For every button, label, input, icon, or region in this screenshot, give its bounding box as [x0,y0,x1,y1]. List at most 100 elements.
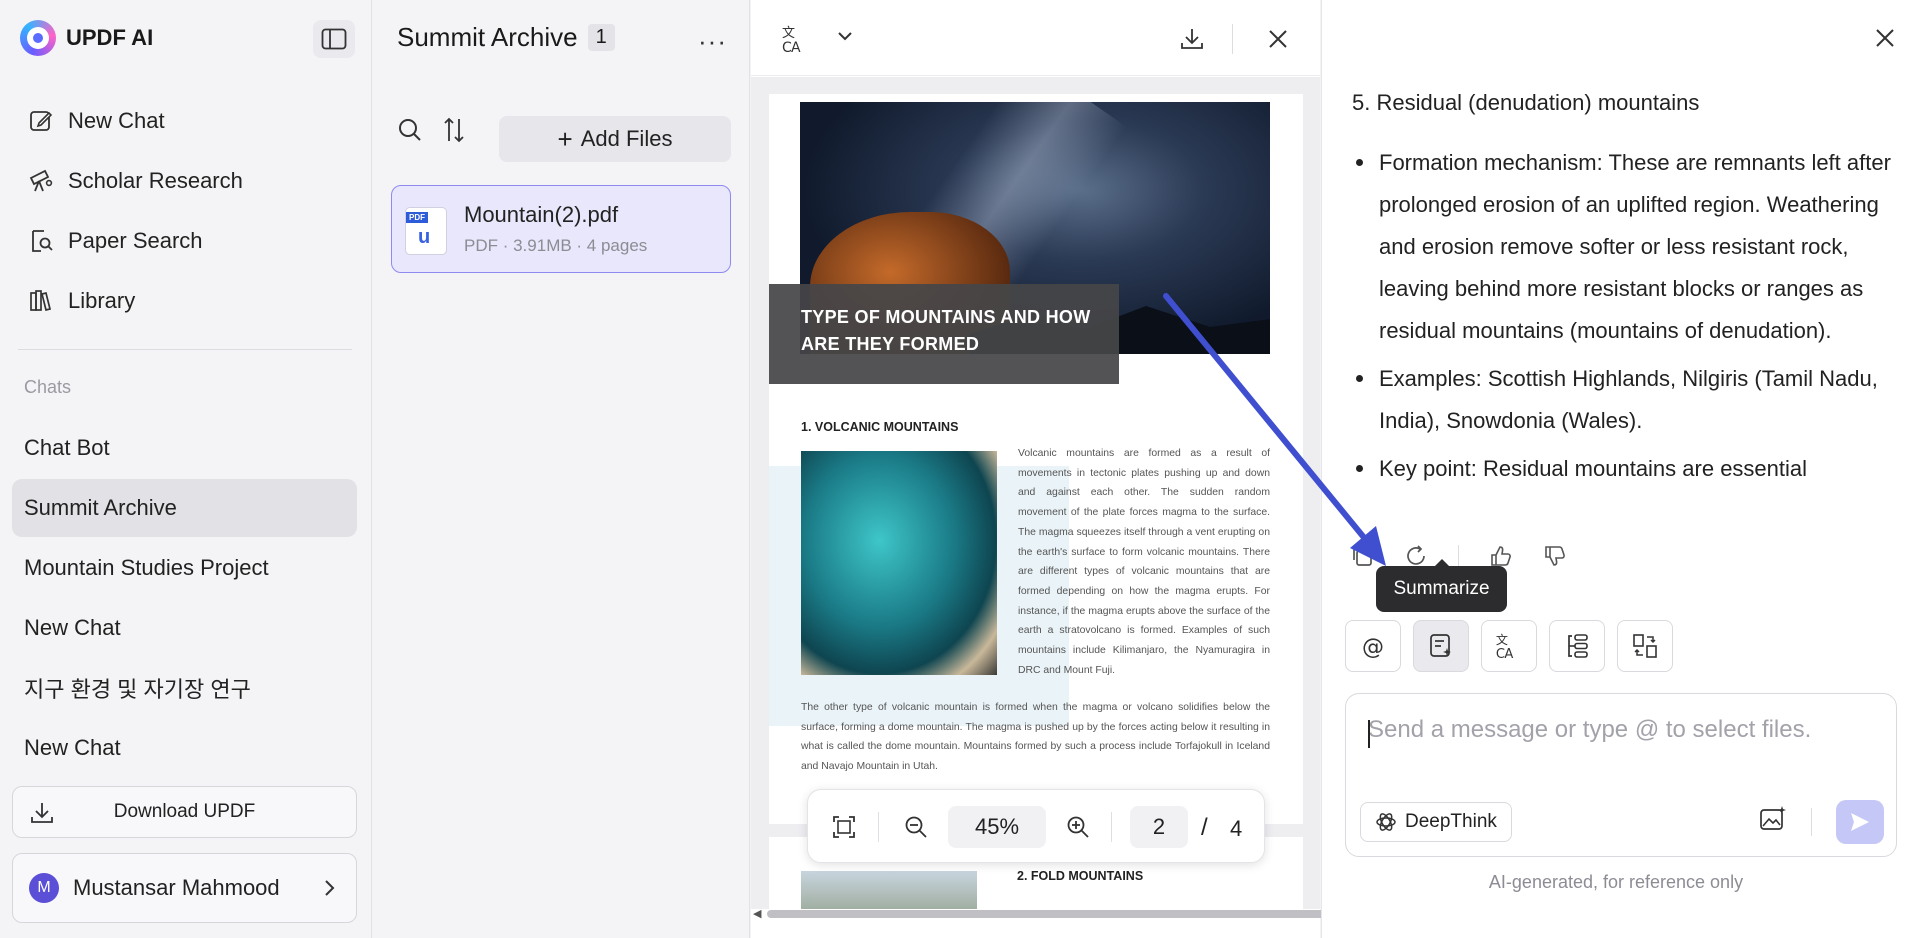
viewer-toolbar: 文AC [751,0,1320,76]
more-options-button[interactable]: ··· [698,26,727,57]
sidebar-toggle-icon [321,28,347,50]
page-total: 4 [1230,816,1243,841]
download-icon [31,803,53,823]
fit-page-button[interactable] [822,790,866,864]
response-bullets: Formation mechanism: These are remnants … [1352,142,1902,496]
sidebar: UPDF AI New Chat Scholar Research Paper … [0,0,372,938]
brand: UPDF AI [20,20,153,56]
nav-new-chat[interactable]: New Chat [28,108,165,134]
chat-panel: 5. Residual (denudation) mountains Forma… [1321,0,1909,938]
quick-tools: @ 文CA [1345,620,1673,672]
sidebar-toggle-button[interactable] [313,20,355,58]
translate-icon[interactable]: 文AC [781,24,811,54]
copy-icon[interactable] [1350,544,1374,568]
nav-scholar-research[interactable]: Scholar Research [28,168,243,194]
summarize-tooltip: Summarize [1376,559,1507,612]
page-number-input[interactable]: 2 [1130,806,1188,848]
chevron-down-icon[interactable] [837,30,853,42]
document-title: TYPE OF MOUNTAINS AND HOW ARE THEY FORME… [801,307,1091,354]
file-meta: PDF · 3.91MB · 4 pages [464,236,648,255]
composer-separator [1811,808,1812,836]
response-bullet: Examples: Scottish Highlands, Nilgiris (… [1352,358,1902,442]
send-icon [1851,813,1869,831]
zoom-out-button[interactable] [894,790,938,864]
app-name: UPDF AI [66,25,154,50]
search-icon[interactable] [397,117,423,143]
chats-section-label: Chats [24,377,72,397]
nav-library-label: Library [68,288,136,313]
nav-scholar-research-label: Scholar Research [68,168,243,193]
zoom-separator [1111,812,1112,842]
deepthink-button[interactable]: DeepThink [1360,802,1512,842]
svg-text:A: A [1504,647,1513,660]
chat-item[interactable]: Chat Bot [12,419,357,477]
zoom-out-icon [905,816,927,838]
deepthink-label: DeepThink [1405,811,1497,832]
download-icon[interactable] [1179,26,1205,52]
library-icon [30,290,52,312]
chat-item[interactable]: 지구 환경 및 자기장 연구 [12,659,357,717]
response-bullet: Key point: Residual mountains are essent… [1352,448,1902,490]
zoom-separator [878,812,879,842]
updf-logo-icon [20,20,56,56]
zoom-level[interactable]: 45% [948,806,1046,848]
document-paragraph: Volcanic mountains are formed as a resul… [1018,448,1270,676]
text-caret [1368,720,1370,748]
summarize-button[interactable] [1413,620,1469,672]
zoom-in-button[interactable] [1056,790,1100,864]
avatar: M [29,873,59,903]
hot-spring-image [801,451,997,675]
document-area[interactable]: TYPE OF MOUNTAINS AND HOW ARE THEY FORME… [751,77,1320,909]
message-input[interactable] [1368,716,1868,744]
section-heading: 2. FOLD MOUNTAINS [1017,869,1144,883]
svg-text:C: C [782,40,792,54]
thumbs-up-icon[interactable] [1489,544,1513,568]
telescope-icon [29,169,53,192]
pdf-page: TYPE OF MOUNTAINS AND HOW ARE THEY FORME… [769,94,1303,824]
file-card[interactable]: PDF u Mountain(2).pdf PDF · 3.91MB · 4 pa… [391,185,731,273]
user-profile-button[interactable]: M Mustansar Mahmood [12,853,357,923]
nav-library[interactable]: Library [28,288,135,314]
chat-item[interactable]: Mountain Studies Project [12,539,357,597]
image-upload-icon[interactable] [1758,804,1788,834]
nav-paper-search[interactable]: Paper Search [28,228,203,254]
convert-button[interactable] [1617,620,1673,672]
fit-page-icon [833,816,855,838]
translate-button[interactable]: 文CA [1481,620,1537,672]
chat-item[interactable]: New Chat [12,599,357,657]
toolbar-separator [1232,24,1233,54]
nav-new-chat-label: New Chat [68,108,165,133]
at-icon: @ [1362,635,1384,659]
files-header: Summit Archive 1 [397,22,615,53]
zoom-in-icon [1067,816,1089,838]
mind-map-button[interactable] [1549,620,1605,672]
add-files-button[interactable]: + Add Files [499,116,731,162]
file-name: Mountain(2).pdf [464,202,619,227]
send-button[interactable] [1836,800,1884,844]
response-bullet: Formation mechanism: These are remnants … [1352,142,1902,352]
mention-button[interactable]: @ [1345,620,1401,672]
thumbs-down-icon[interactable] [1543,544,1567,568]
add-files-label: Add Files [580,126,673,151]
summarize-icon [1430,634,1451,657]
user-name: Mustansar Mahmood [73,875,280,900]
files-title: Summit Archive [397,22,578,52]
scroll-left-icon[interactable]: ◀ [753,907,761,920]
svg-text:@: @ [1362,635,1384,659]
nav-paper-search-label: Paper Search [68,228,203,253]
download-updf-button[interactable]: Download UPDF [12,786,357,838]
mind-map-icon [1568,634,1588,658]
pdf-file-icon: PDF u [406,208,446,254]
chat-item-active[interactable]: Summit Archive [12,479,357,537]
files-toolbar [397,116,467,144]
chat-item[interactable]: New Chat [12,719,357,777]
close-icon[interactable] [1267,28,1289,50]
plus-icon: + [557,124,573,154]
page-separator: / [1201,814,1208,841]
edit-icon [30,111,53,131]
deepthink-icon [1376,813,1396,831]
close-icon[interactable] [1875,28,1895,48]
sort-icon[interactable] [441,116,467,144]
svg-text:文: 文 [1496,632,1508,647]
regenerate-icon[interactable] [1404,544,1428,568]
